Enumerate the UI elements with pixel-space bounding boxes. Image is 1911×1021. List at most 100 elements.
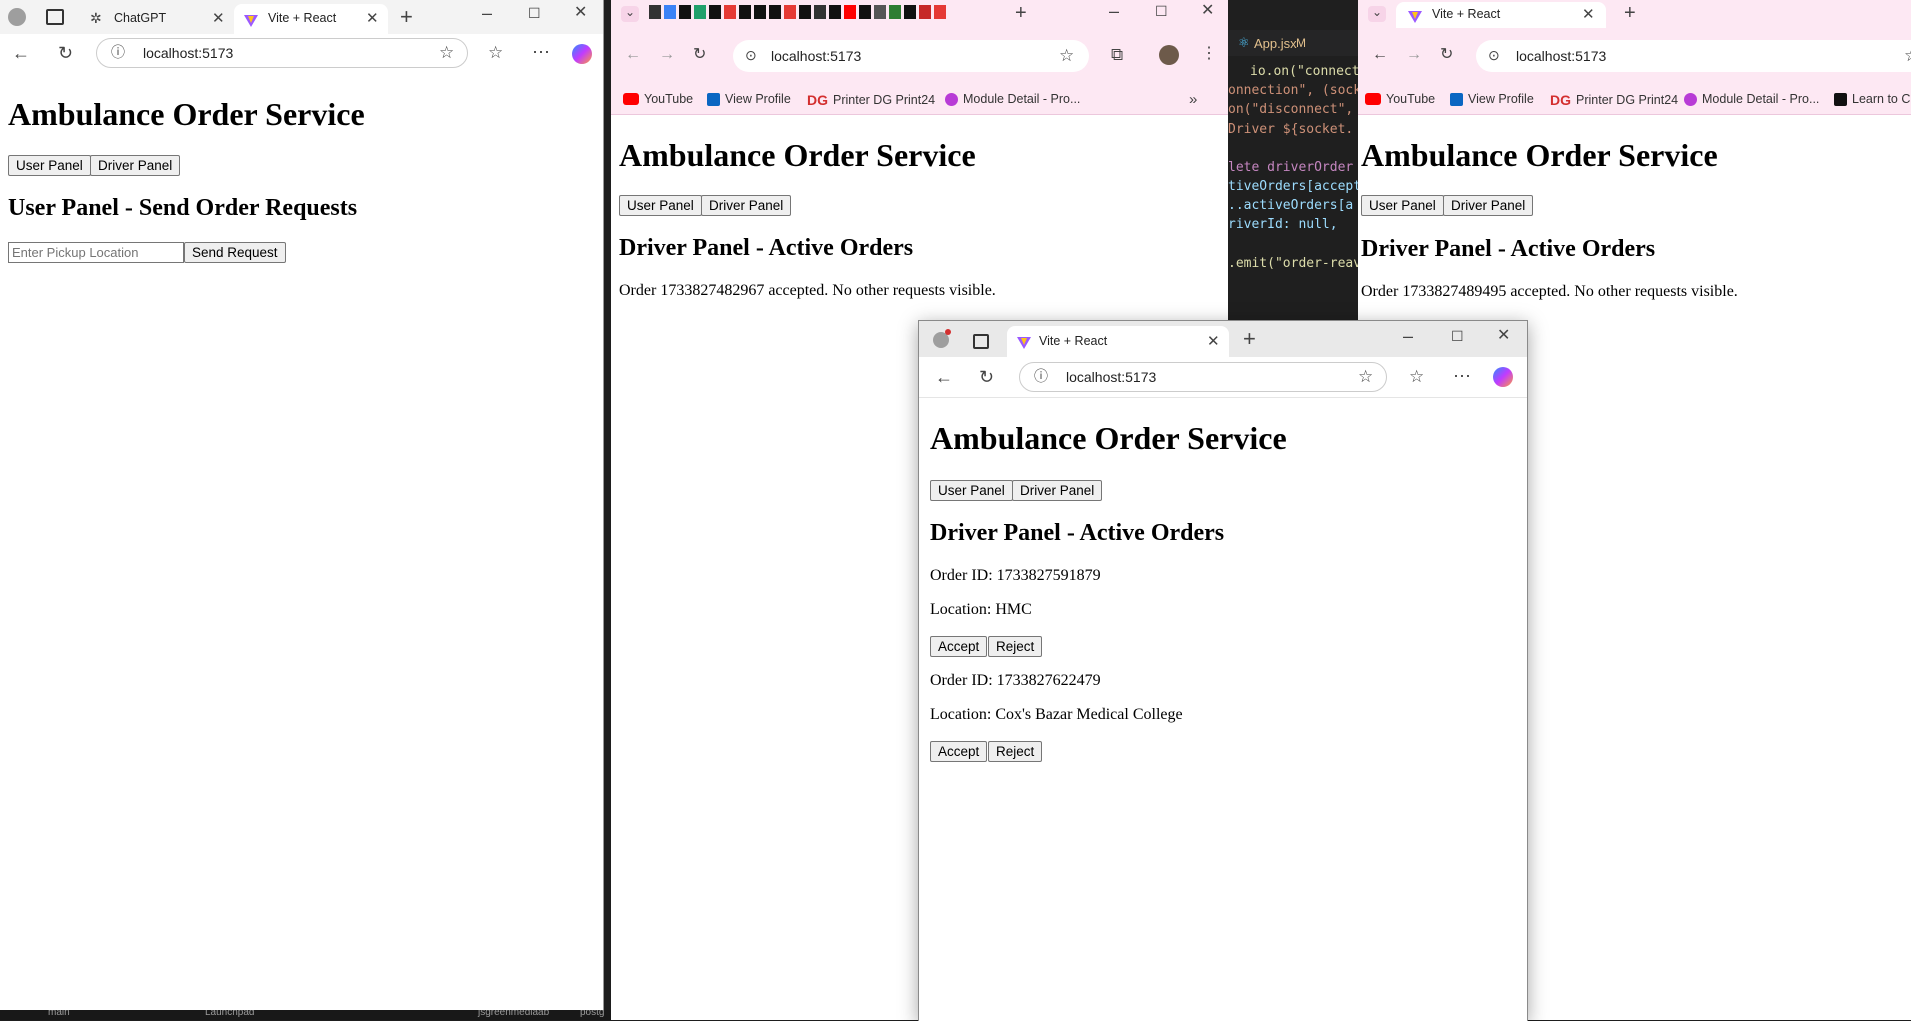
- favorite-star-icon[interactable]: ☆: [439, 44, 454, 61]
- new-tab-icon[interactable]: +: [400, 6, 413, 28]
- copilot-icon[interactable]: [1493, 367, 1513, 387]
- bookmark-youtube[interactable]: YouTube: [1365, 92, 1435, 106]
- tab-search-icon[interactable]: ⌄: [1368, 6, 1386, 22]
- order-id: Order ID: 1733827622479: [930, 672, 1101, 689]
- send-request-button[interactable]: Send Request: [184, 242, 286, 263]
- status-item[interactable]: Launchpad: [205, 1010, 255, 1018]
- reload-icon[interactable]: ↻: [1440, 47, 1453, 63]
- maximize-icon[interactable]: ☐: [528, 6, 541, 20]
- minimize-icon[interactable]: –: [482, 4, 492, 22]
- panel-title: User Panel - Send Order Requests: [8, 195, 358, 221]
- address-bar[interactable]: ⊙ localhost:5173 ☆: [733, 40, 1089, 72]
- back-icon[interactable]: ←: [625, 47, 641, 63]
- more-bookmarks-icon[interactable]: »: [1189, 92, 1197, 107]
- bookmarks-bar: YouTube View Profile DG Printer DG Print2…: [1358, 84, 1911, 115]
- tab-vite-react-active[interactable]: Vite + React ✕: [1396, 2, 1606, 28]
- site-info-icon[interactable]: ⊙: [745, 48, 757, 62]
- bookmark-youtube[interactable]: YouTube: [623, 92, 693, 106]
- address-bar[interactable]: ⓘ localhost:5173 ☆: [1019, 362, 1387, 392]
- edge-toolbar: ← ↻ ⓘ localhost:5173 ☆ ☆ ⋯: [919, 357, 1527, 398]
- forward-icon[interactable]: →: [659, 47, 675, 63]
- minimize-icon[interactable]: –: [1403, 327, 1413, 345]
- maximize-icon[interactable]: ☐: [1155, 4, 1168, 18]
- chrome-titlebar: ⌄ + – ☐ ✕: [611, 0, 1228, 28]
- close-tab-icon[interactable]: ✕: [212, 11, 225, 26]
- site-info-icon[interactable]: ⓘ: [111, 45, 125, 59]
- status-item[interactable]: postg: [580, 1010, 604, 1018]
- edge-titlebar: ✲ ChatGPT ✕ Vite + React ✕ + – ☐ ✕: [0, 0, 603, 34]
- driver-panel-button[interactable]: Driver Panel: [701, 195, 792, 216]
- minimize-icon[interactable]: –: [1109, 2, 1119, 20]
- pinned-tabs-strip[interactable]: [649, 5, 967, 21]
- reload-icon[interactable]: ↻: [58, 44, 73, 62]
- forward-icon[interactable]: →: [1406, 47, 1422, 63]
- more-icon[interactable]: ⋯: [532, 43, 550, 61]
- back-icon[interactable]: ←: [935, 368, 953, 386]
- bookmark-star-icon[interactable]: ☆: [1059, 47, 1074, 64]
- driver-panel-button[interactable]: Driver Panel: [90, 155, 181, 176]
- code-line: ..activeOrders[a: [1228, 198, 1354, 213]
- menu-icon[interactable]: ⋮: [1201, 46, 1217, 62]
- tab-actions-icon[interactable]: [46, 9, 64, 25]
- status-item[interactable]: jsgreenmediaab: [478, 1010, 549, 1018]
- vite-icon: [1017, 336, 1031, 354]
- favorite-star-icon[interactable]: ☆: [1358, 368, 1373, 385]
- status-item[interactable]: main: [48, 1010, 70, 1018]
- tab-search-icon[interactable]: ⌄: [621, 6, 639, 22]
- site-info-icon[interactable]: ⓘ: [1034, 369, 1048, 383]
- tab-vite-react-active[interactable]: Vite + React ✕: [1007, 326, 1229, 357]
- editor-tab-bar[interactable]: ⚛ App.jsx M: [1228, 30, 1358, 56]
- bookmark-view-profile[interactable]: View Profile: [707, 92, 791, 106]
- address-bar[interactable]: ⊙ localhost:5173 ☆: [1476, 40, 1911, 72]
- bookmark-module-detail[interactable]: Module Detail - Pro...: [1684, 92, 1819, 106]
- panel-title: Driver Panel - Active Orders: [1361, 236, 1656, 262]
- reload-icon[interactable]: ↻: [693, 47, 706, 63]
- driver-panel-button[interactable]: Driver Panel: [1443, 195, 1534, 216]
- new-tab-icon[interactable]: +: [1015, 3, 1027, 23]
- accept-order-button[interactable]: Accept: [930, 741, 988, 762]
- bookmark-printer-dg[interactable]: DG Printer DG Print24: [1550, 92, 1678, 108]
- new-tab-icon[interactable]: +: [1624, 3, 1636, 23]
- back-icon[interactable]: ←: [12, 44, 30, 62]
- maximize-icon[interactable]: ☐: [1451, 329, 1464, 343]
- close-tab-icon[interactable]: ✕: [1207, 334, 1220, 349]
- tab-chatgpt[interactable]: ✲ ChatGPT ✕: [82, 4, 232, 34]
- close-window-icon[interactable]: ✕: [574, 5, 587, 21]
- pickup-location-input[interactable]: [8, 242, 184, 263]
- new-tab-icon[interactable]: +: [1243, 328, 1256, 350]
- driver-panel-button[interactable]: Driver Panel: [1012, 480, 1103, 501]
- tab-actions-icon[interactable]: [973, 334, 989, 349]
- editor-gutter: [603, 0, 611, 1020]
- copilot-icon[interactable]: [572, 44, 592, 64]
- close-window-icon[interactable]: ✕: [1201, 3, 1214, 19]
- bookmark-view-profile[interactable]: View Profile: [1450, 92, 1534, 106]
- reject-order-button[interactable]: Reject: [988, 741, 1043, 762]
- accept-order-button[interactable]: Accept: [930, 636, 988, 657]
- reload-icon[interactable]: ↻: [979, 368, 994, 386]
- browser-window-user: ✲ ChatGPT ✕ Vite + React ✕ + – ☐ ✕ ← ↻ ⓘ…: [0, 0, 604, 1010]
- back-icon[interactable]: ←: [1372, 47, 1388, 63]
- bookmark-learn[interactable]: Learn to C: [1834, 92, 1910, 106]
- favorites-icon[interactable]: ☆: [1409, 368, 1424, 385]
- reject-order-button[interactable]: Reject: [988, 636, 1043, 657]
- user-panel-button[interactable]: User Panel: [619, 195, 702, 216]
- user-panel-button[interactable]: User Panel: [1361, 195, 1444, 216]
- more-icon[interactable]: ⋯: [1453, 367, 1471, 385]
- site-info-icon[interactable]: ⊙: [1488, 48, 1500, 62]
- order-location: Location: Cox's Bazar Medical College: [930, 706, 1183, 723]
- close-window-icon[interactable]: ✕: [1497, 328, 1510, 344]
- close-tab-icon[interactable]: ✕: [1582, 7, 1595, 22]
- tab-vite-react-active[interactable]: Vite + React ✕: [234, 4, 388, 34]
- address-bar[interactable]: ⓘ localhost:5173 ☆: [96, 38, 468, 68]
- bookmark-printer-dg[interactable]: DG Printer DG Print24: [807, 92, 935, 108]
- bookmark-module-detail[interactable]: Module Detail - Pro...: [945, 92, 1080, 106]
- bookmark-star-icon[interactable]: ☆: [1904, 47, 1911, 64]
- profile-icon[interactable]: [8, 8, 26, 26]
- extensions-icon[interactable]: ⧉: [1111, 46, 1123, 63]
- tab-label: ChatGPT: [114, 11, 167, 25]
- user-panel-button[interactable]: User Panel: [8, 155, 91, 176]
- favorites-icon[interactable]: ☆: [488, 44, 503, 61]
- profile-avatar[interactable]: [1159, 45, 1179, 65]
- close-tab-icon[interactable]: ✕: [366, 11, 379, 26]
- user-panel-button[interactable]: User Panel: [930, 480, 1013, 501]
